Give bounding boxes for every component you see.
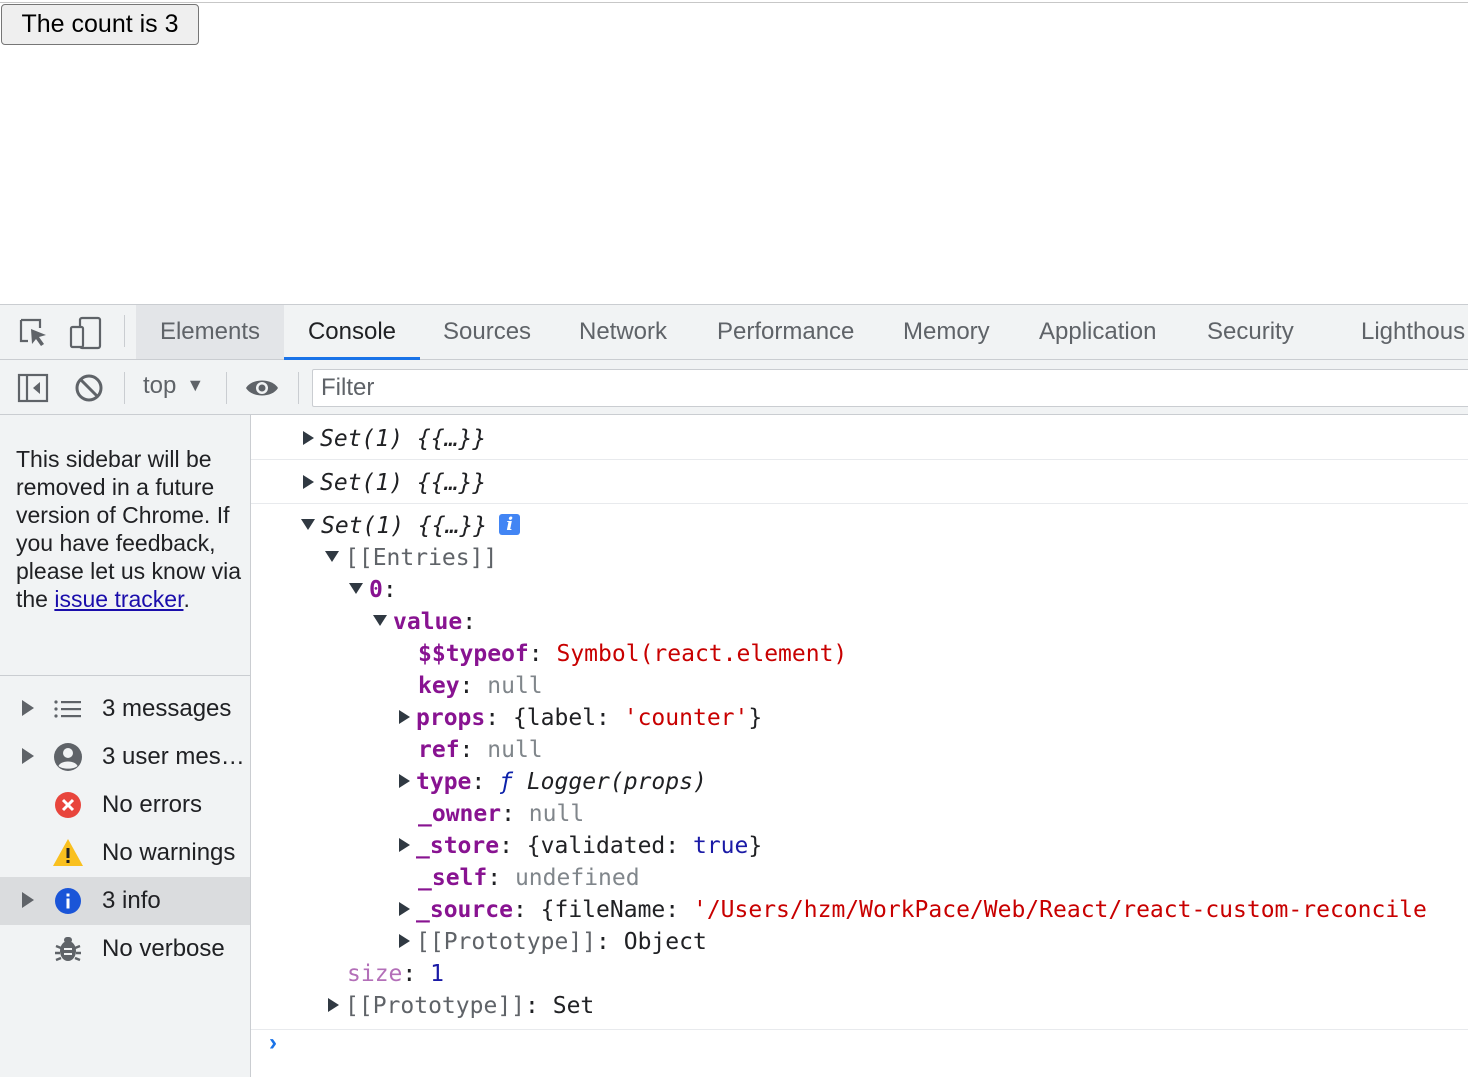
prop-self: _self: undefined xyxy=(418,865,640,891)
sidebar-note-end: . xyxy=(183,586,190,612)
console-message-expanded[interactable]: Set(1) {{…}} i [[Entries]] 0: value: $$ty… xyxy=(251,504,1468,1030)
tree-node-value[interactable]: value: xyxy=(373,606,476,638)
sidebar-item-user-messages[interactable]: 3 user mes… xyxy=(0,733,250,781)
sidebar-item-errors[interactable]: No errors xyxy=(0,781,250,829)
expand-triangle-icon[interactable] xyxy=(303,475,314,489)
tree-node-index[interactable]: 0: xyxy=(349,574,397,606)
sidebar-divider xyxy=(0,675,250,676)
tab-memory[interactable]: Memory xyxy=(903,305,990,359)
expand-triangle-icon[interactable] xyxy=(399,774,410,788)
expand-triangle-icon[interactable] xyxy=(22,748,34,764)
entries-key: [[Entries]] xyxy=(345,545,498,571)
console-sidebar: This sidebar will be removed in a future… xyxy=(0,415,251,1077)
context-selector[interactable]: top ▼ xyxy=(143,372,204,400)
tree-node-entries[interactable]: [[Entries]] xyxy=(325,542,497,574)
chevron-down-icon: ▼ xyxy=(186,375,205,395)
collapse-triangle-icon[interactable] xyxy=(301,519,315,530)
prop-prototype-set[interactable]: [[Prototype]]: Set xyxy=(328,990,594,1022)
value-key: value xyxy=(393,609,463,635)
console-output: Set(1) {{…}} Set(1) {{…}} Set(1) {{…}} i … xyxy=(251,415,1468,1077)
tab-sources[interactable]: Sources xyxy=(443,305,531,359)
log-summary: Set(1) {{…}} xyxy=(320,470,487,496)
sidebar-item-label: No verbose xyxy=(102,935,225,962)
expand-triangle-icon[interactable] xyxy=(22,700,34,716)
sidebar-deprecation-note: This sidebar will be removed in a future… xyxy=(16,445,241,613)
sidebar-item-label: No warnings xyxy=(102,839,236,866)
sidebar-item-label: 3 messages xyxy=(102,695,232,722)
page-viewport: The count is 3 xyxy=(0,0,1468,304)
device-toolbar-icon[interactable] xyxy=(68,315,104,351)
live-expression-eye-icon[interactable] xyxy=(244,371,278,405)
issue-tracker-link[interactable]: issue tracker xyxy=(54,586,183,612)
sidebar-item-label: 3 info xyxy=(102,887,161,914)
index-key: 0 xyxy=(369,577,383,603)
prop-props[interactable]: props: {label: 'counter'} xyxy=(399,702,762,734)
log-summary: Set(1) {{…}} xyxy=(321,513,488,539)
expand-triangle-icon[interactable] xyxy=(328,998,339,1012)
filter-input[interactable] xyxy=(312,369,1468,407)
sidebar-item-label: 3 user mes… xyxy=(102,743,245,770)
inspect-element-icon[interactable] xyxy=(16,315,52,351)
sidebar-item-info[interactable]: 3 info xyxy=(0,877,250,925)
console-message[interactable]: Set(1) {{…}} xyxy=(251,415,1468,460)
info-icon xyxy=(52,885,84,917)
tab-lighthouse[interactable]: Lighthous xyxy=(1361,305,1465,359)
context-label: top xyxy=(143,372,177,399)
prop-prototype-object[interactable]: [[Prototype]]: Object xyxy=(399,926,707,958)
prop-owner: _owner: null xyxy=(418,801,585,827)
user-account-icon xyxy=(52,741,84,773)
sidebar-item-verbose[interactable]: No verbose xyxy=(0,925,250,973)
expand-triangle-icon[interactable] xyxy=(303,431,314,445)
prop-store[interactable]: _store: {validated: true} xyxy=(399,830,762,862)
clear-console-icon[interactable] xyxy=(72,371,106,405)
tab-network[interactable]: Network xyxy=(579,305,667,359)
prop-type[interactable]: type: ƒ Logger(props) xyxy=(399,766,707,798)
tab-performance[interactable]: Performance xyxy=(717,305,854,359)
prop-ref: ref: null xyxy=(418,737,543,763)
console-prompt-icon[interactable]: › xyxy=(269,1029,277,1057)
bug-icon xyxy=(52,933,84,965)
log-entry-collapsed[interactable]: Set(1) {{…}} xyxy=(303,423,486,455)
tab-security[interactable]: Security xyxy=(1207,305,1294,359)
sidebar-item-label: No errors xyxy=(102,791,203,818)
log-entry-expanded[interactable]: Set(1) {{…}} i xyxy=(301,510,521,542)
toolbar-separator xyxy=(124,372,125,404)
top-border xyxy=(0,2,1468,3)
console-toolbar: top ▼ xyxy=(0,360,1468,415)
show-sidebar-icon[interactable] xyxy=(16,371,50,405)
log-summary: Set(1) {{…}} xyxy=(320,426,487,452)
list-icon xyxy=(52,693,84,725)
prop-typeof: $$typeof: Symbol(react.element) xyxy=(418,641,848,667)
expand-triangle-icon[interactable] xyxy=(399,902,410,916)
expand-triangle-icon[interactable] xyxy=(399,838,410,852)
tab-application[interactable]: Application xyxy=(1039,305,1156,359)
count-button[interactable]: The count is 3 xyxy=(1,4,199,45)
toolbar-separator xyxy=(124,315,125,347)
prop-source[interactable]: _source: {fileName: '/Users/hzm/WorkPace… xyxy=(399,894,1427,926)
warning-icon xyxy=(52,837,84,869)
info-badge-icon[interactable]: i xyxy=(499,514,521,535)
devtools-tab-bar: Elements Console Sources Network Perform… xyxy=(0,305,1468,360)
sidebar-item-warnings[interactable]: No warnings xyxy=(0,829,250,877)
collapse-triangle-icon[interactable] xyxy=(349,583,363,594)
toolbar-separator xyxy=(298,372,299,404)
sidebar-item-messages[interactable]: 3 messages xyxy=(0,685,250,733)
log-entry-collapsed[interactable]: Set(1) {{…}} xyxy=(303,467,486,499)
expand-triangle-icon[interactable] xyxy=(22,892,34,908)
tab-elements[interactable]: Elements xyxy=(136,305,284,359)
collapse-triangle-icon[interactable] xyxy=(373,615,387,626)
collapse-triangle-icon[interactable] xyxy=(325,551,339,562)
prop-size: size: 1 xyxy=(347,961,444,987)
expand-triangle-icon[interactable] xyxy=(399,710,410,724)
error-icon xyxy=(52,789,84,821)
devtools-panel: Elements Console Sources Network Perform… xyxy=(0,304,1468,1077)
console-message[interactable]: Set(1) {{…}} xyxy=(251,460,1468,504)
toolbar-separator xyxy=(226,372,227,404)
expand-triangle-icon[interactable] xyxy=(399,934,410,948)
prop-key: key: null xyxy=(418,673,543,699)
tab-console[interactable]: Console xyxy=(284,305,420,360)
